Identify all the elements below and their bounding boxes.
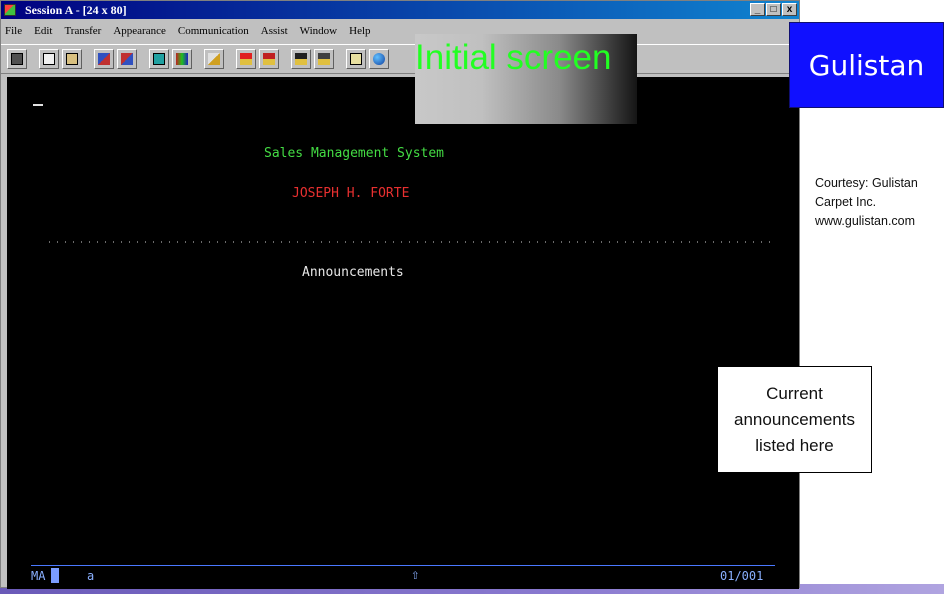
operator-info-line — [31, 565, 775, 566]
note-line: listed here — [755, 436, 834, 455]
window-title: Session A - [24 x 80] — [25, 3, 127, 17]
print-screen-icon[interactable] — [7, 49, 27, 69]
menu-help[interactable]: Help — [349, 25, 370, 37]
menu-edit[interactable]: Edit — [34, 25, 52, 37]
app-icon[interactable] — [4, 4, 16, 16]
emulator-window: Session A - [24 x 80] _ □ x File Edit Tr… — [0, 0, 800, 589]
maximize-button[interactable]: □ — [766, 3, 781, 16]
courtesy-text: Courtesy: Gulistan Carpet Inc. www.gulis… — [815, 174, 944, 231]
user-name: JOSEPH H. FORTE — [292, 186, 410, 201]
text-cursor — [33, 104, 43, 106]
status-mode: MA — [31, 569, 46, 583]
display-icon[interactable] — [149, 49, 169, 69]
courtesy-line: Carpet Inc. — [815, 195, 877, 209]
window-controls: _ □ x — [750, 3, 797, 16]
menu-appearance[interactable]: Appearance — [113, 25, 166, 37]
shift-indicator-icon: ⇧ — [411, 567, 420, 583]
menu-communication[interactable]: Communication — [178, 25, 249, 37]
dotted-separator — [49, 241, 773, 243]
record-macro-icon[interactable] — [259, 49, 279, 69]
status-input-indicator: a — [87, 569, 95, 583]
announcements-note: Current announcements listed here — [717, 366, 872, 473]
play-macro-icon[interactable] — [236, 49, 256, 69]
menu-file[interactable]: File — [5, 25, 22, 37]
status-caret — [51, 568, 59, 583]
courtesy-line: Courtesy: Gulistan — [815, 176, 918, 190]
step-macro-icon[interactable] — [314, 49, 334, 69]
globe-icon[interactable] — [369, 49, 389, 69]
minimize-button[interactable]: _ — [750, 3, 765, 16]
initial-screen-label: Initial screen — [415, 38, 612, 77]
courtesy-url: www.gulistan.com — [815, 214, 916, 228]
menu-assist[interactable]: Assist — [261, 25, 288, 37]
terminal-screen[interactable]: Sales Management System JOSEPH H. FORTE … — [7, 77, 799, 589]
send-file-icon[interactable] — [94, 49, 114, 69]
stop-macro-icon[interactable] — [291, 49, 311, 69]
note-line: announcements — [734, 410, 855, 429]
cursor-position: 01/001 — [720, 569, 764, 583]
paste-icon[interactable] — [62, 49, 82, 69]
receive-file-icon[interactable] — [117, 49, 137, 69]
menu-transfer[interactable]: Transfer — [64, 25, 101, 37]
brand-box: Gulistan — [789, 22, 944, 108]
toolbar — [1, 44, 799, 74]
menu-bar: File Edit Transfer Appearance Communicat… — [1, 20, 799, 42]
initial-screen-callout: Initial screen — [415, 34, 637, 124]
copy-icon[interactable] — [39, 49, 59, 69]
menu-window[interactable]: Window — [300, 25, 337, 37]
clipboard-icon[interactable] — [346, 49, 366, 69]
title-bar[interactable]: Session A - [24 x 80] _ □ x — [1, 1, 799, 19]
brand-name: Gulistan — [808, 48, 925, 82]
edit-icon[interactable] — [204, 49, 224, 69]
announcements-heading: Announcements — [302, 265, 404, 280]
system-title: Sales Management System — [264, 146, 445, 161]
note-line: Current — [766, 384, 823, 403]
close-button[interactable]: x — [782, 3, 797, 16]
color-map-icon[interactable] — [172, 49, 192, 69]
